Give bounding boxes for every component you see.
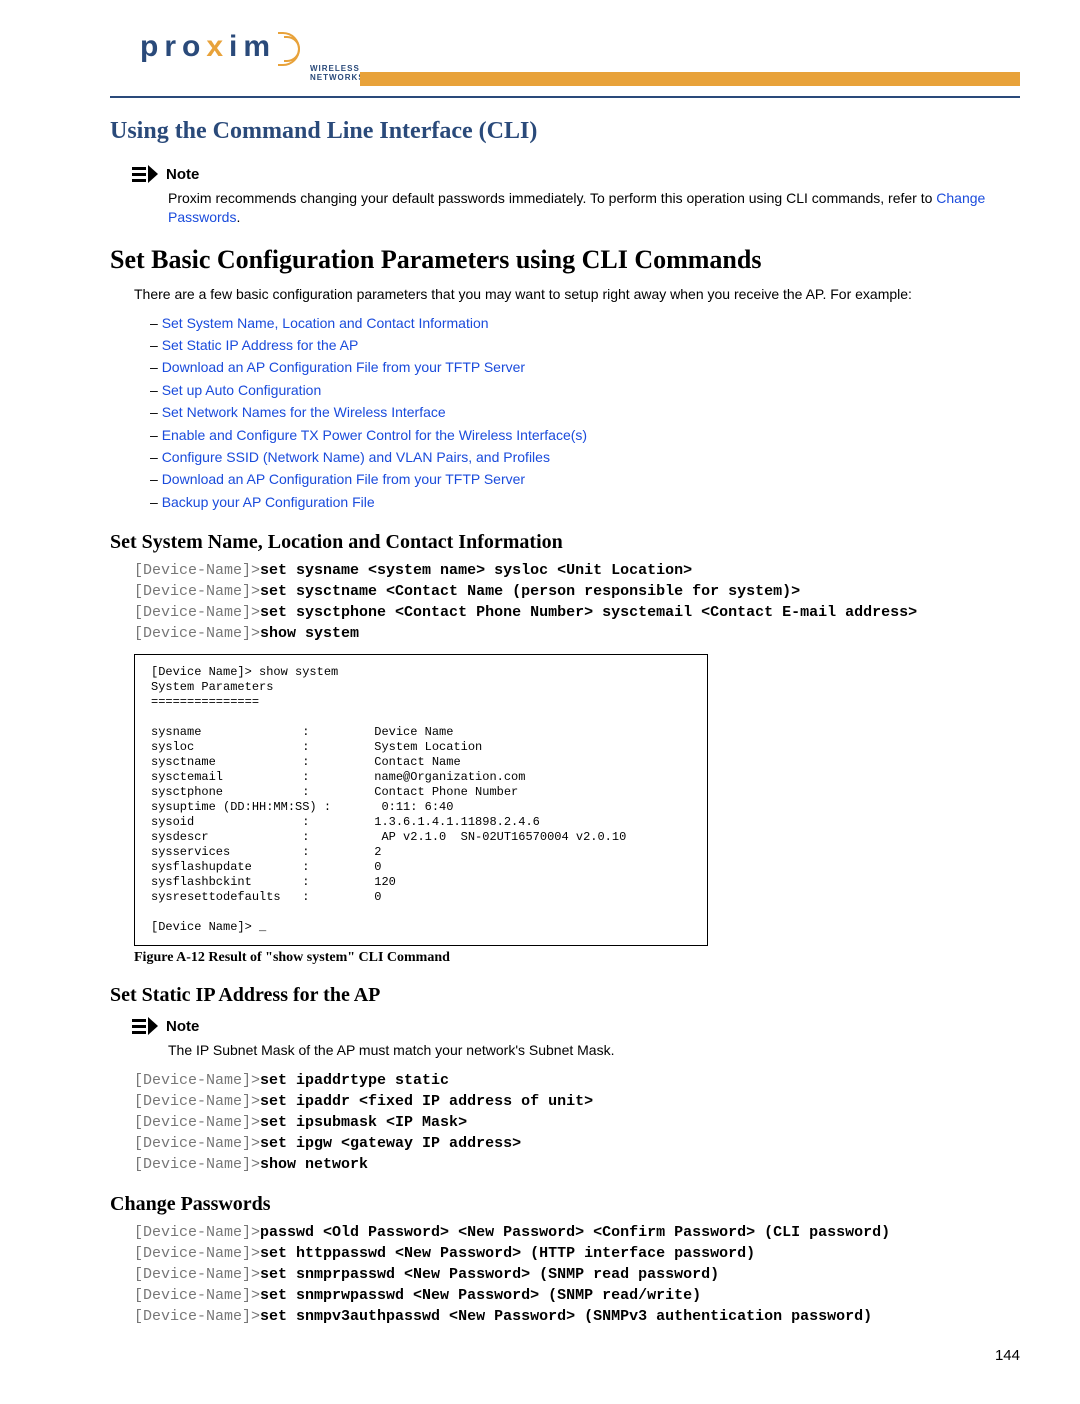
main-heading: Set Basic Configuration Parameters using… xyxy=(110,245,1020,275)
header-rule xyxy=(110,96,1020,98)
note-label: Note xyxy=(166,1018,199,1035)
list-link[interactable]: Set Static IP Address for the AP xyxy=(162,337,359,353)
cmd-block-passwords: [Device-Name]>passwd <Old Password> <New… xyxy=(134,1222,1020,1327)
list-link[interactable]: Configure SSID (Network Name) and VLAN P… xyxy=(162,449,550,465)
note-body-text: Proxim recommends changing your default … xyxy=(168,190,936,206)
logo-tagline: WIRELESS NETWORKS xyxy=(310,64,365,82)
cmd-block-sysname: [Device-Name]>set sysname <system name> … xyxy=(134,560,1020,644)
cmd-block-static-ip: [Device-Name]>set ipaddrtype static [Dev… xyxy=(134,1070,1020,1175)
header-accent-bar xyxy=(360,72,1020,86)
list-link[interactable]: Download an AP Configuration File from y… xyxy=(162,359,525,375)
page-number: 144 xyxy=(110,1347,1020,1364)
section-title: Using the Command Line Interface (CLI) xyxy=(110,118,1020,145)
figure-caption: Figure A-12 Result of "show system" CLI … xyxy=(134,950,1020,966)
page-header: proxim WIRELESS NETWORKS xyxy=(110,30,1020,86)
note-block-2: Note The IP Subnet Mask of the AP must m… xyxy=(132,1017,1020,1060)
subhead-static-ip: Set Static IP Address for the AP xyxy=(110,984,1020,1007)
proxim-logo: proxim WIRELESS NETWORKS xyxy=(140,30,300,66)
note-icon xyxy=(132,165,158,183)
list-link[interactable]: Backup your AP Configuration File xyxy=(162,494,375,510)
topic-link-list: Set System Name, Location and Contact In… xyxy=(150,312,1020,514)
list-link[interactable]: Set Network Names for the Wireless Inter… xyxy=(162,404,446,420)
note-body-text: The IP Subnet Mask of the AP must match … xyxy=(168,1041,1020,1060)
list-link[interactable]: Enable and Configure TX Power Control fo… xyxy=(162,427,587,443)
note-block-1: Note Proxim recommends changing your def… xyxy=(132,165,1020,227)
note-icon xyxy=(132,1017,158,1035)
subhead-change-passwords: Change Passwords xyxy=(110,1193,1020,1216)
intro-paragraph: There are a few basic configuration para… xyxy=(134,285,1020,304)
list-link[interactable]: Set System Name, Location and Contact In… xyxy=(162,315,489,331)
note-label: Note xyxy=(166,166,199,183)
list-link[interactable]: Set up Auto Configuration xyxy=(162,382,322,398)
subhead-sysname: Set System Name, Location and Contact In… xyxy=(110,531,1020,554)
list-link[interactable]: Download an AP Configuration File from y… xyxy=(162,471,525,487)
terminal-output: [Device Name]> show system System Parame… xyxy=(134,654,708,946)
